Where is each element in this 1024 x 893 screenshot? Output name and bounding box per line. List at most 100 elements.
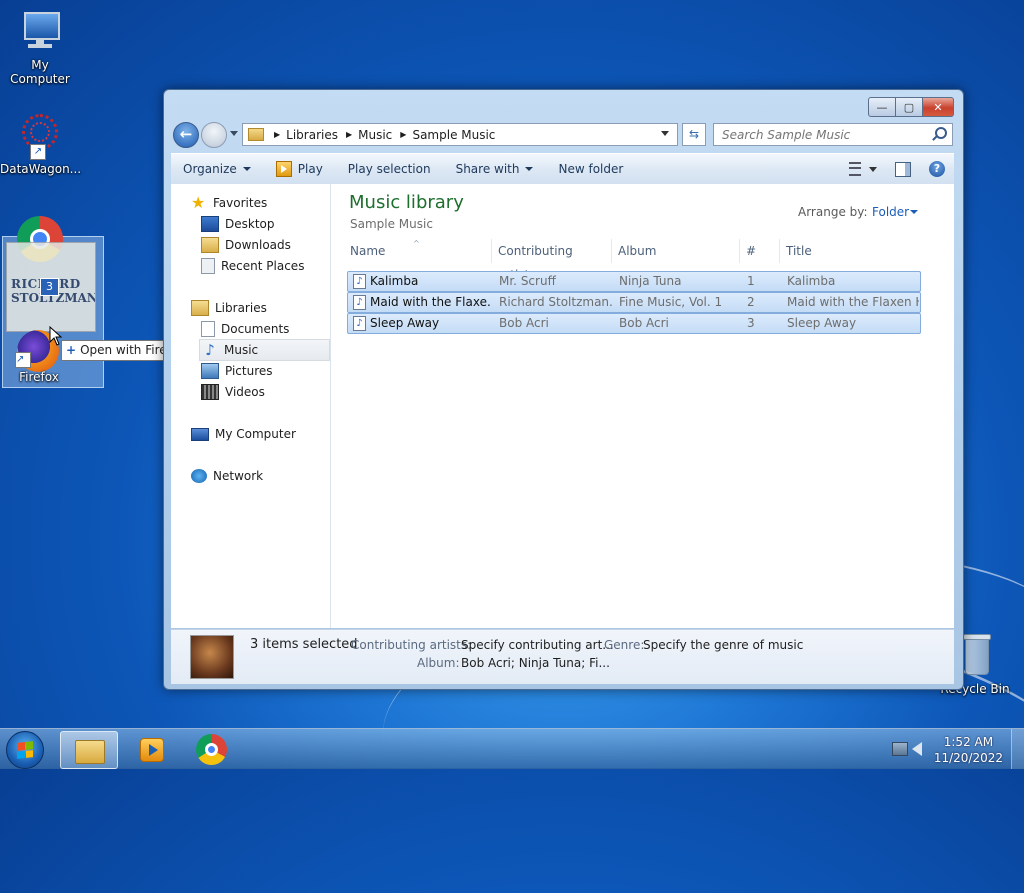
nav-documents[interactable]: Documents [201, 319, 289, 339]
address-dropdown-icon[interactable] [661, 131, 669, 136]
shortcut-arrow-icon: ↗ [30, 144, 46, 160]
nav-label: Favorites [213, 196, 268, 210]
taskbar-media-player-button[interactable] [120, 731, 176, 767]
maximize-button[interactable]: ▢ [896, 97, 923, 117]
desktop-icon-my-computer[interactable]: My Computer [0, 8, 80, 86]
explorer-icon [75, 740, 105, 764]
new-folder-button[interactable]: New folder [546, 162, 636, 176]
forward-button[interactable] [201, 122, 227, 148]
artists-value[interactable]: Specify contributing art... [461, 638, 614, 652]
mouse-cursor-icon [49, 326, 63, 346]
details-pane: 3 items selected Contributing artists: S… [171, 629, 954, 684]
column-header-name[interactable]: Name [344, 239, 492, 263]
organize-button[interactable]: Organize [171, 162, 264, 176]
view-controls: ? [849, 154, 954, 184]
chevron-down-icon[interactable] [910, 210, 918, 214]
nav-network[interactable]: Network [191, 466, 263, 486]
volume-icon[interactable] [912, 742, 922, 756]
recent-pages-dropdown-icon[interactable] [230, 131, 238, 136]
refresh-button[interactable]: ⇆ [682, 123, 706, 146]
cell-album: Bob Acri [619, 316, 669, 330]
nav-desktop[interactable]: Desktop [201, 214, 275, 234]
music-note-icon: ♪ [205, 341, 215, 359]
help-icon[interactable]: ? [929, 161, 945, 177]
media-player-icon [140, 738, 164, 762]
taskbar-explorer-button[interactable] [60, 731, 118, 769]
chevron-right-icon[interactable]: ▶ [346, 130, 352, 139]
share-with-button[interactable]: Share with [444, 162, 547, 176]
plus-icon: + [66, 343, 77, 357]
taskbar-chrome-button[interactable] [184, 731, 240, 767]
start-button[interactable] [6, 731, 44, 769]
close-button[interactable]: ✕ [923, 97, 954, 117]
chevron-down-icon[interactable] [869, 166, 877, 172]
clock[interactable]: 1:52 AM 11/20/2022 [934, 734, 1003, 766]
breadcrumb-libraries[interactable]: Libraries [286, 128, 338, 142]
minimize-button[interactable]: — [868, 97, 896, 117]
videos-icon [201, 384, 219, 400]
cell-artist: Mr. Scruff [499, 274, 556, 288]
system-tray: 1:52 AM 11/20/2022 [884, 729, 1024, 769]
nav-label: Recent Places [221, 259, 305, 273]
genre-value[interactable]: Specify the genre of music [643, 638, 803, 652]
breadcrumb-sample-music[interactable]: Sample Music [412, 128, 495, 142]
nav-label: Pictures [225, 364, 273, 378]
table-row[interactable]: ♪ Sleep Away Bob Acri Bob Acri 3 Sleep A… [347, 313, 921, 334]
taskbar: 1:52 AM 11/20/2022 [0, 728, 1024, 769]
nav-label: Libraries [215, 301, 267, 315]
play-label: Play [297, 162, 323, 176]
table-row[interactable]: ♪ Kalimba Mr. Scruff Ninja Tuna 1 Kalimb… [347, 271, 921, 292]
address-bar[interactable]: ▶ Libraries ▶ Music ▶ Sample Music [242, 123, 678, 146]
music-file-icon: ♪ [353, 316, 366, 331]
preview-pane-icon[interactable] [895, 161, 911, 177]
cell-album: Ninja Tuna [619, 274, 682, 288]
column-header-number[interactable]: # [740, 239, 780, 263]
search-input[interactable] [720, 127, 924, 143]
column-header-title[interactable]: Title [780, 239, 924, 263]
chevron-down-icon [242, 167, 251, 171]
nav-pictures[interactable]: Pictures [201, 361, 273, 381]
desktop-icon-firefox[interactable]: Firefox [0, 370, 78, 384]
nav-downloads[interactable]: Downloads [201, 235, 291, 255]
chevron-right-icon[interactable]: ▶ [274, 130, 280, 139]
nav-libraries[interactable]: Libraries [191, 298, 267, 318]
back-button[interactable]: ← [173, 122, 199, 148]
caption-buttons: — ▢ ✕ [868, 97, 954, 117]
share-with-label: Share with [455, 162, 520, 176]
folder-icon [248, 128, 264, 141]
play-selection-button[interactable]: Play selection [336, 162, 444, 176]
nav-label: Music [224, 343, 259, 357]
cell-title: Kalimba [787, 274, 836, 288]
nav-my-computer[interactable]: My Computer [191, 424, 296, 444]
recent-places-icon [201, 258, 215, 274]
breadcrumb-music[interactable]: Music [358, 128, 392, 142]
windows-logo-icon [17, 741, 33, 759]
nav-label: Downloads [225, 238, 291, 252]
nav-label: Videos [225, 385, 265, 399]
change-view-icon[interactable] [849, 162, 861, 176]
column-header-album[interactable]: Album [612, 239, 740, 263]
nav-favorites[interactable]: ★ Favorites [191, 193, 267, 213]
desktop-icon-datawagon[interactable]: ↗ DataWagon... [0, 112, 81, 176]
nav-label: Documents [221, 322, 290, 336]
show-desktop-button[interactable] [1011, 729, 1024, 769]
datawagon-icon: ↗ [16, 112, 64, 160]
arrange-by-label: Arrange by: [798, 205, 868, 219]
nav-recent-places[interactable]: Recent Places [201, 256, 304, 276]
nav-music[interactable]: ♪ Music [199, 339, 330, 361]
nav-videos[interactable]: Videos [201, 382, 265, 402]
search-box[interactable] [713, 123, 953, 146]
play-icon [275, 161, 292, 177]
album-value[interactable]: Bob Acri; Ninja Tuna; Fi... [461, 656, 610, 670]
table-row[interactable]: ♪ Maid with the Flaxe... Richard Stoltzm… [347, 292, 921, 313]
explorer-window[interactable]: — ▢ ✕ ← ▶ Libraries ▶ Music ▶ Sample Mus… [163, 89, 964, 690]
clock-date: 11/20/2022 [933, 751, 1003, 765]
network-tray-icon[interactable] [892, 742, 908, 756]
cell-name: Kalimba [370, 274, 419, 288]
chevron-right-icon[interactable]: ▶ [400, 130, 406, 139]
library-subtitle: Sample Music [350, 217, 433, 231]
search-icon[interactable] [935, 127, 947, 139]
play-button[interactable]: Play [264, 161, 336, 177]
column-header-contributing-artists[interactable]: Contributing artists [492, 239, 612, 282]
arrange-by-dropdown[interactable]: Folder [872, 205, 909, 219]
